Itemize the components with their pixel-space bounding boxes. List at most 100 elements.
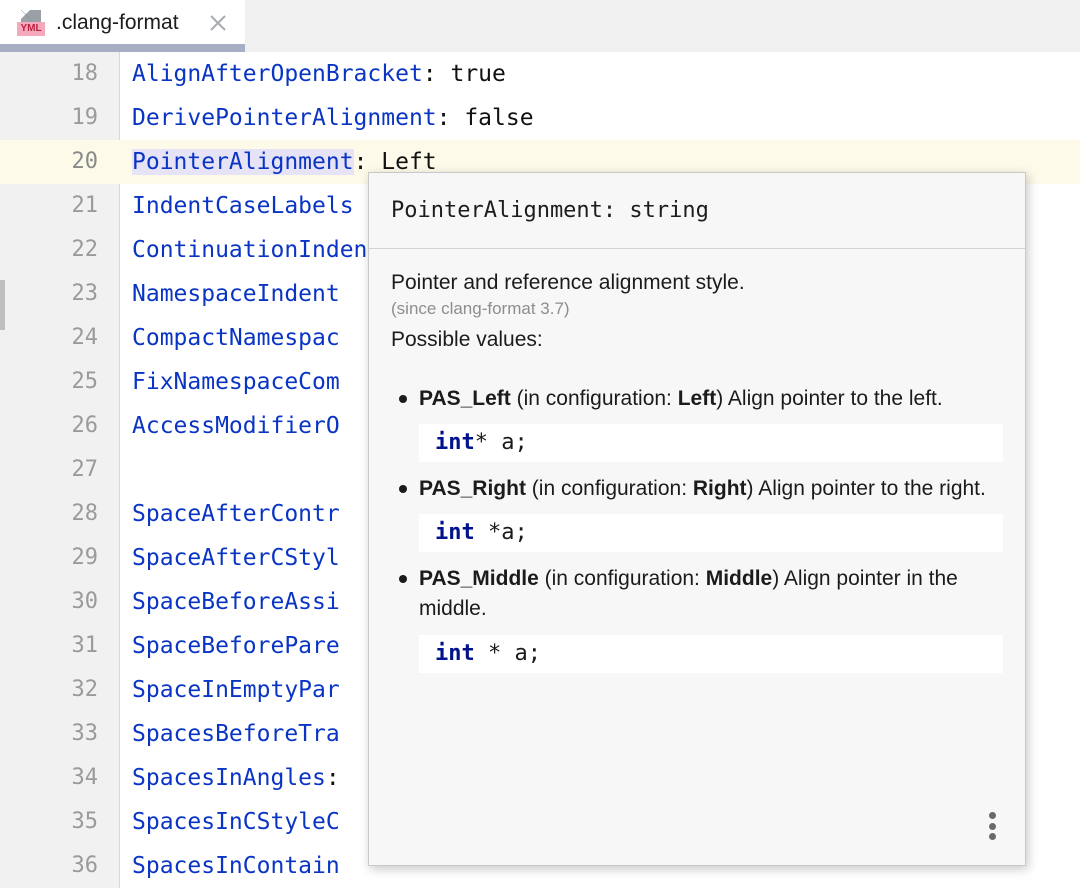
- doc-value-config-prefix: (in configuration:: [539, 567, 706, 590]
- doc-value-code-sample: int* a;: [419, 424, 1003, 462]
- line-number: 35: [0, 800, 120, 844]
- yaml-key: SpaceAfterCStyl: [132, 545, 340, 571]
- doc-value-name: PAS_Right: [419, 477, 526, 500]
- line-content: SpaceAfterContr: [120, 492, 340, 536]
- code-keyword: int: [435, 641, 475, 666]
- doc-value-item: PAS_Right (in configuration: Right) Alig…: [391, 474, 1003, 552]
- doc-values-list: PAS_Left (in configuration: Left ) Align …: [391, 384, 1003, 673]
- bullet-icon: [399, 575, 407, 583]
- doc-value-name: PAS_Left: [419, 387, 511, 410]
- line-content: SpacesBeforeTra: [120, 712, 340, 756]
- more-vertical-icon[interactable]: [979, 809, 1005, 843]
- yaml-key: AccessModifierO: [132, 413, 340, 439]
- tab-bar: YML .clang-format: [0, 0, 1080, 46]
- doc-value-config-value: Right: [693, 477, 747, 500]
- line-number: 31: [0, 624, 120, 668]
- yaml-key: NamespaceIndent: [132, 281, 340, 307]
- line-number: 23: [0, 272, 120, 316]
- line-content: SpaceInEmptyPar: [120, 668, 340, 712]
- doc-summary: Pointer and reference alignment style.: [391, 269, 1003, 296]
- documentation-popup[interactable]: PointerAlignment: string Pointer and ref…: [368, 172, 1026, 866]
- line-content: AlignAfterOpenBracket: true: [120, 52, 506, 96]
- line-content: AccessModifierO: [120, 404, 340, 448]
- code-rest: * a;: [475, 430, 528, 455]
- line-number: 29: [0, 536, 120, 580]
- yaml-key: IndentCaseLabels: [132, 193, 354, 219]
- line-number: 30: [0, 580, 120, 624]
- line-content: CompactNamespac: [120, 316, 340, 360]
- yaml-key: FixNamespaceCom: [132, 369, 340, 395]
- bullet-icon: [399, 485, 407, 493]
- yaml-key: SpaceAfterContr: [132, 501, 340, 527]
- code-line[interactable]: 18AlignAfterOpenBracket: true: [0, 52, 1080, 96]
- bullet-icon: [399, 395, 407, 403]
- line-number: 18: [0, 52, 120, 96]
- line-content: SpaceBeforeAssi: [120, 580, 340, 624]
- doc-value-code-sample: int *a;: [419, 514, 1003, 552]
- doc-value-description: PAS_Right (in configuration: Right) Alig…: [391, 474, 1003, 504]
- close-icon[interactable]: [207, 12, 229, 34]
- yaml-key: AlignAfterOpenBracket: [132, 61, 423, 87]
- line-number: 19: [0, 96, 120, 140]
- line-content: SpacesInAngles:: [120, 756, 340, 800]
- yml-file-icon: YML: [16, 8, 46, 38]
- yaml-key: SpaceInEmptyPar: [132, 677, 340, 703]
- line-number: 34: [0, 756, 120, 800]
- doc-since-version: (since clang-format 3.7): [391, 298, 1003, 320]
- line-number: 22: [0, 228, 120, 272]
- doc-value-config-value: Middle: [706, 567, 773, 590]
- line-content: SpacesInContain: [120, 844, 340, 888]
- line-content: FixNamespaceCom: [120, 360, 340, 404]
- line-number: 24: [0, 316, 120, 360]
- doc-value-item: PAS_Middle (in configuration: Middle) Al…: [391, 564, 1003, 672]
- tab-clang-format[interactable]: YML .clang-format: [0, 0, 245, 46]
- doc-value-code-sample: int * a;: [419, 635, 1003, 673]
- doc-value-config-prefix: (in configuration:: [511, 387, 678, 410]
- yml-badge-label: YML: [17, 22, 45, 36]
- line-content: NamespaceIndent: [120, 272, 340, 316]
- line-number: 28: [0, 492, 120, 536]
- yaml-key: SpaceBeforePare: [132, 633, 340, 659]
- line-content: DerivePointerAlignment: false: [120, 96, 534, 140]
- yaml-key: CompactNamespac: [132, 325, 340, 351]
- line-content: SpaceBeforePare: [120, 624, 340, 668]
- yaml-value: : false: [437, 105, 534, 131]
- yaml-key: DerivePointerAlignment: [132, 105, 437, 131]
- code-rest: *a;: [475, 520, 528, 545]
- yaml-key: PointerAlignment: [132, 149, 354, 175]
- line-number: 32: [0, 668, 120, 712]
- documentation-popup-body: Pointer and reference alignment style. (…: [369, 249, 1025, 673]
- yaml-value: : true: [423, 61, 506, 87]
- doc-value-config-suffix: ) Align pointer to the right.: [747, 477, 986, 500]
- line-content: SpaceAfterCStyl: [120, 536, 340, 580]
- code-keyword: int: [435, 520, 475, 545]
- code-rest: * a;: [475, 641, 541, 666]
- editor-window: YML .clang-format 18AlignAfterOpenBracke…: [0, 0, 1080, 888]
- horizontal-scrollbar-thumb[interactable]: [0, 44, 245, 52]
- doc-value-config-prefix: (in configuration:: [526, 477, 693, 500]
- line-number: 21: [0, 184, 120, 228]
- doc-value-item: PAS_Left (in configuration: Left) Align …: [391, 384, 1003, 462]
- line-number: 25: [0, 360, 120, 404]
- line-number: 27: [0, 448, 120, 492]
- line-number: 20: [0, 140, 120, 184]
- documentation-popup-title: PointerAlignment: string: [391, 198, 709, 223]
- line-content: IndentCaseLabels: [120, 184, 354, 228]
- yaml-value: :: [326, 765, 340, 791]
- doc-value-description: PAS_Left (in configuration: Left) Align …: [391, 384, 1003, 414]
- documentation-popup-header: PointerAlignment: string: [369, 173, 1025, 249]
- code-keyword: int: [435, 430, 475, 455]
- line-number: 36: [0, 844, 120, 888]
- doc-value-description: PAS_Middle (in configuration: Middle) Al…: [391, 564, 1003, 624]
- yaml-key: SpacesBeforeTra: [132, 721, 340, 747]
- yaml-key: SpacesInAngles: [132, 765, 326, 791]
- line-number: 33: [0, 712, 120, 756]
- yaml-key: SpacesInContain: [132, 853, 340, 879]
- doc-value-name: PAS_Middle: [419, 567, 539, 590]
- tab-title: .clang-format: [56, 11, 179, 35]
- doc-value-config-value: Left: [678, 387, 717, 410]
- yaml-key: SpacesInCStyleC: [132, 809, 340, 835]
- code-line[interactable]: 19DerivePointerAlignment: false: [0, 96, 1080, 140]
- line-content: SpacesInCStyleC: [120, 800, 340, 844]
- line-content: ContinuationIndent: [120, 228, 381, 272]
